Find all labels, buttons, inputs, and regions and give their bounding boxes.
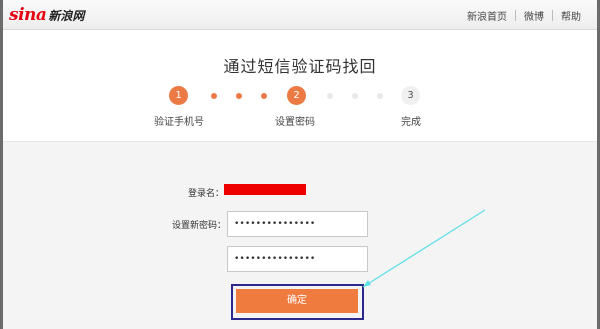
page-title: 通过短信验证码找回 xyxy=(223,57,377,76)
top-links: 新浪首页 微博 帮助 xyxy=(459,0,589,30)
username-label: 登录名： xyxy=(188,189,225,199)
link-sina-home[interactable]: 新浪首页 xyxy=(459,8,515,23)
sina-logo[interactable]: sina 新浪网 xyxy=(9,5,84,25)
confirm-password-input[interactable]: ••••••••••••••• xyxy=(227,246,368,272)
new-password-label: 设置新密码： xyxy=(172,221,227,231)
progress-dot xyxy=(261,93,267,99)
step-3-label: 完成 xyxy=(401,117,421,128)
link-help[interactable]: 帮助 xyxy=(553,8,589,23)
step-1-circle: 1 xyxy=(169,86,188,105)
link-weibo[interactable]: 微博 xyxy=(516,8,552,23)
new-password-input[interactable]: ••••••••••••••• xyxy=(227,211,368,237)
progress-dot xyxy=(327,93,333,99)
progress-dot xyxy=(236,93,242,99)
username-value-redacted xyxy=(224,184,306,195)
progress-dot xyxy=(377,93,383,99)
logo-mark: sina xyxy=(9,5,47,25)
step-2-circle: 2 xyxy=(287,86,306,105)
logo-text: 新浪网 xyxy=(48,8,85,23)
confirm-button[interactable]: 确定 xyxy=(236,289,358,313)
top-bar: sina 新浪网 新浪首页 微博 帮助 xyxy=(3,0,597,30)
step-3-circle: 3 xyxy=(401,86,420,105)
step-1-label: 验证手机号 xyxy=(154,117,204,128)
step-2-label: 设置密码 xyxy=(275,117,315,128)
progress-dot xyxy=(211,93,217,99)
progress-dot xyxy=(352,93,358,99)
